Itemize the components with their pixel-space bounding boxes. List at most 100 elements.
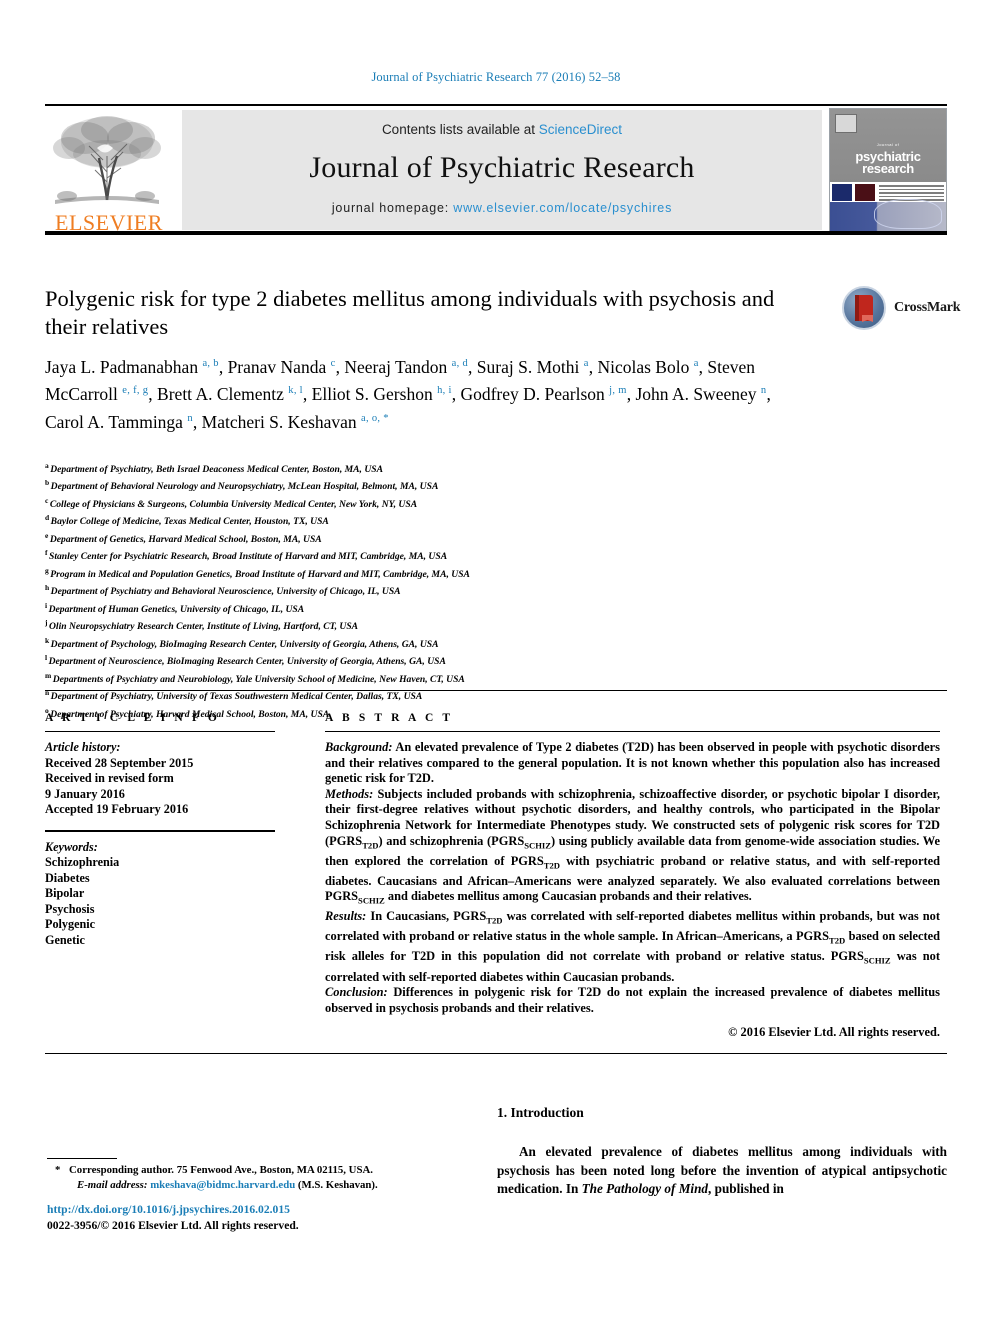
author-separator: , xyxy=(218,356,228,377)
author-affiliation-marker: k, l xyxy=(288,385,303,397)
affiliation-item: a Department of Psychiatry, Beth Israel D… xyxy=(45,459,805,476)
abstract-body: Background: An elevated prevalence of Ty… xyxy=(325,740,940,1016)
masthead-top-rule xyxy=(45,104,947,106)
affiliation-marker: f xyxy=(45,548,48,558)
abstract-conclusion-label: Conclusion: xyxy=(325,985,388,1000)
journal-homepage-link[interactable]: www.elsevier.com/locate/psychires xyxy=(453,201,672,215)
page-footer: http://dx.doi.org/10.1016/j.jpsychires.2… xyxy=(47,1202,467,1233)
author-separator: , xyxy=(468,356,477,377)
keywords-label: Keywords: xyxy=(45,839,98,854)
author-separator: , xyxy=(192,411,202,432)
affiliation-item: g Program in Medical and Population Genet… xyxy=(45,564,805,581)
doi-link[interactable]: http://dx.doi.org/10.1016/j.jpsychires.2… xyxy=(47,1202,467,1218)
affiliation-marker: i xyxy=(45,600,48,610)
abstract-results-text-1: In Caucasians, PGRS xyxy=(366,909,487,924)
author-separator: , xyxy=(302,384,312,405)
masthead-bottom-rule xyxy=(45,231,947,235)
crossmark-badge[interactable]: CrossMark xyxy=(842,286,961,332)
affiliation-text: Department of Behavioral Neurology and N… xyxy=(50,481,439,493)
abstract-heading: A B S T R A C T xyxy=(325,712,454,724)
author-name: Matcheri S. Keshavan xyxy=(201,411,362,432)
affiliation-marker: c xyxy=(45,495,49,505)
affiliation-text: Department of Genetics, Harvard Medical … xyxy=(49,534,322,546)
crossmark-book-icon xyxy=(855,295,873,321)
author-affiliation-marker: j, m xyxy=(609,385,627,397)
abstract-methods-text-2: ) and schizophrenia (PGRS xyxy=(378,833,525,848)
affiliation-item: f Stanley Center for Psychiatric Research… xyxy=(45,546,805,563)
email-link[interactable]: mkeshava@bidmc.harvard.edu xyxy=(150,1179,295,1191)
affiliation-text: Olin Neuropsychiatry Research Center, In… xyxy=(49,621,359,633)
info-band-top-rule xyxy=(45,690,947,691)
affiliation-item: e Department of Genetics, Harvard Medical… xyxy=(45,529,805,546)
abstract-methods-sub-2: SCHIZ xyxy=(524,840,551,851)
article-history-block: Article history: Received 28 September 20… xyxy=(45,740,295,818)
abstract-background-label: Background: xyxy=(325,740,393,754)
abstract-results-sub-1: T2D xyxy=(486,915,503,926)
article-history-label: Article history: xyxy=(45,740,121,754)
author-name: Carol A. Tamminga xyxy=(45,411,188,432)
author-separator: , xyxy=(766,384,771,405)
author-name: Jaya L. Padmanabhan xyxy=(45,356,203,377)
article-history-item: Accepted 19 February 2016 xyxy=(45,802,189,816)
corresponding-author-footnote: * Corresponding author. 75 Fenwood Ave.,… xyxy=(47,1163,447,1192)
page-title: Polygenic risk for type 2 diabetes melli… xyxy=(45,286,775,339)
sciencedirect-link[interactable]: ScienceDirect xyxy=(539,122,622,137)
author-name: Pranav Nanda xyxy=(227,356,331,377)
abstract-background-paragraph: Background: An elevated prevalence of Ty… xyxy=(325,740,940,787)
affiliation-marker: k xyxy=(45,635,50,645)
crossmark-label: CrossMark xyxy=(894,300,961,315)
abstract-rule xyxy=(325,731,940,732)
introduction-body: An elevated prevalence of diabetes melli… xyxy=(497,1143,947,1199)
author-name: Nicolas Bolo xyxy=(597,356,694,377)
cover-bottom-panel xyxy=(830,199,946,231)
journal-masthead: ELSEVIER Contents lists available at Sci… xyxy=(45,104,947,235)
cover-title-text: Journal of psychiatric research xyxy=(830,139,946,175)
contents-available-line: Contents lists available at ScienceDirec… xyxy=(182,122,822,137)
running-head: Journal of Psychiatric Research 77 (2016… xyxy=(371,70,621,84)
journal-title: Journal of Psychiatric Research xyxy=(309,151,695,184)
abstract-results-sub-3: SCHIZ xyxy=(863,955,891,966)
affiliation-item: k Department of Psychology, BioImaging Re… xyxy=(45,634,805,651)
article-info-heading: A R T I C L E I N F O xyxy=(45,712,220,724)
author-affiliation-marker: h, i xyxy=(437,385,452,397)
cover-brain-scan-icon-1 xyxy=(832,184,852,202)
abstract-column: A B S T R A C T Background: An elevated … xyxy=(325,712,940,1040)
article-history-item: Received in revised form xyxy=(45,771,174,785)
affiliation-item: c College of Physicians & Surgeons, Colum… xyxy=(45,494,805,511)
affiliation-item: l Department of Neuroscience, BioImaging … xyxy=(45,651,805,668)
affiliation-item: n Department of Psychiatry, University of… xyxy=(45,686,805,703)
abstract-results-paragraph: Results: In Caucasians, PGRST2D was corr… xyxy=(325,909,940,985)
article-history-item: Received 28 September 2015 xyxy=(45,755,194,770)
keyword-item: Diabetes xyxy=(45,870,90,885)
abstract-results-label: Results: xyxy=(325,909,367,924)
affiliation-item: i Department of Human Genetics, Universit… xyxy=(45,599,805,616)
affiliation-item: b Department of Behavioral Neurology and … xyxy=(45,476,805,493)
affiliation-text: Department of Psychology, BioImaging Res… xyxy=(50,639,439,651)
keyword-item: Bipolar xyxy=(45,886,85,900)
abstract-methods-sub-1: T2D xyxy=(362,840,379,851)
abstract-methods-sub-3: T2D xyxy=(543,860,560,871)
introduction-text-part2: , published in xyxy=(708,1181,784,1197)
affiliation-marker: l xyxy=(45,653,48,663)
abstract-copyright: © 2016 Elsevier Ltd. All rights reserved… xyxy=(728,1025,940,1040)
affiliation-text: Department of Psychiatry, University of … xyxy=(50,691,423,703)
author-name: Suraj S. Mothi xyxy=(476,356,584,377)
introduction-heading: 1. Introduction xyxy=(497,1105,584,1120)
cover-figure-strip xyxy=(830,182,946,202)
author-name: Godfrey D. Pearlson xyxy=(460,384,610,405)
journal-cover-thumbnail: Journal of psychiatric research xyxy=(829,108,947,232)
affiliation-marker: m xyxy=(45,670,52,680)
affiliation-text: Baylor College of Medicine, Texas Medica… xyxy=(50,516,329,528)
elsevier-tree-icon xyxy=(53,116,161,204)
cover-title-line2: research xyxy=(862,161,914,176)
info-band-bottom-rule xyxy=(45,1053,947,1054)
cover-brain-scan-icon-2 xyxy=(855,184,875,202)
issn-copyright-line: 0022-3956/© 2016 Elsevier Ltd. All right… xyxy=(47,1218,299,1232)
affiliation-marker: a xyxy=(45,461,49,470)
abstract-results-sub-2: T2D xyxy=(828,935,846,946)
corresponding-author-text: Corresponding author. 75 Fenwood Ave., B… xyxy=(69,1164,373,1176)
affiliation-text: Department of Psychiatry and Behavioral … xyxy=(50,586,401,598)
abstract-conclusion-text: Differences in polygenic risk for T2D do… xyxy=(325,985,940,1015)
introduction-paragraph: An elevated prevalence of diabetes melli… xyxy=(497,1143,947,1199)
author-affiliation-marker: e, f, g xyxy=(122,385,149,397)
